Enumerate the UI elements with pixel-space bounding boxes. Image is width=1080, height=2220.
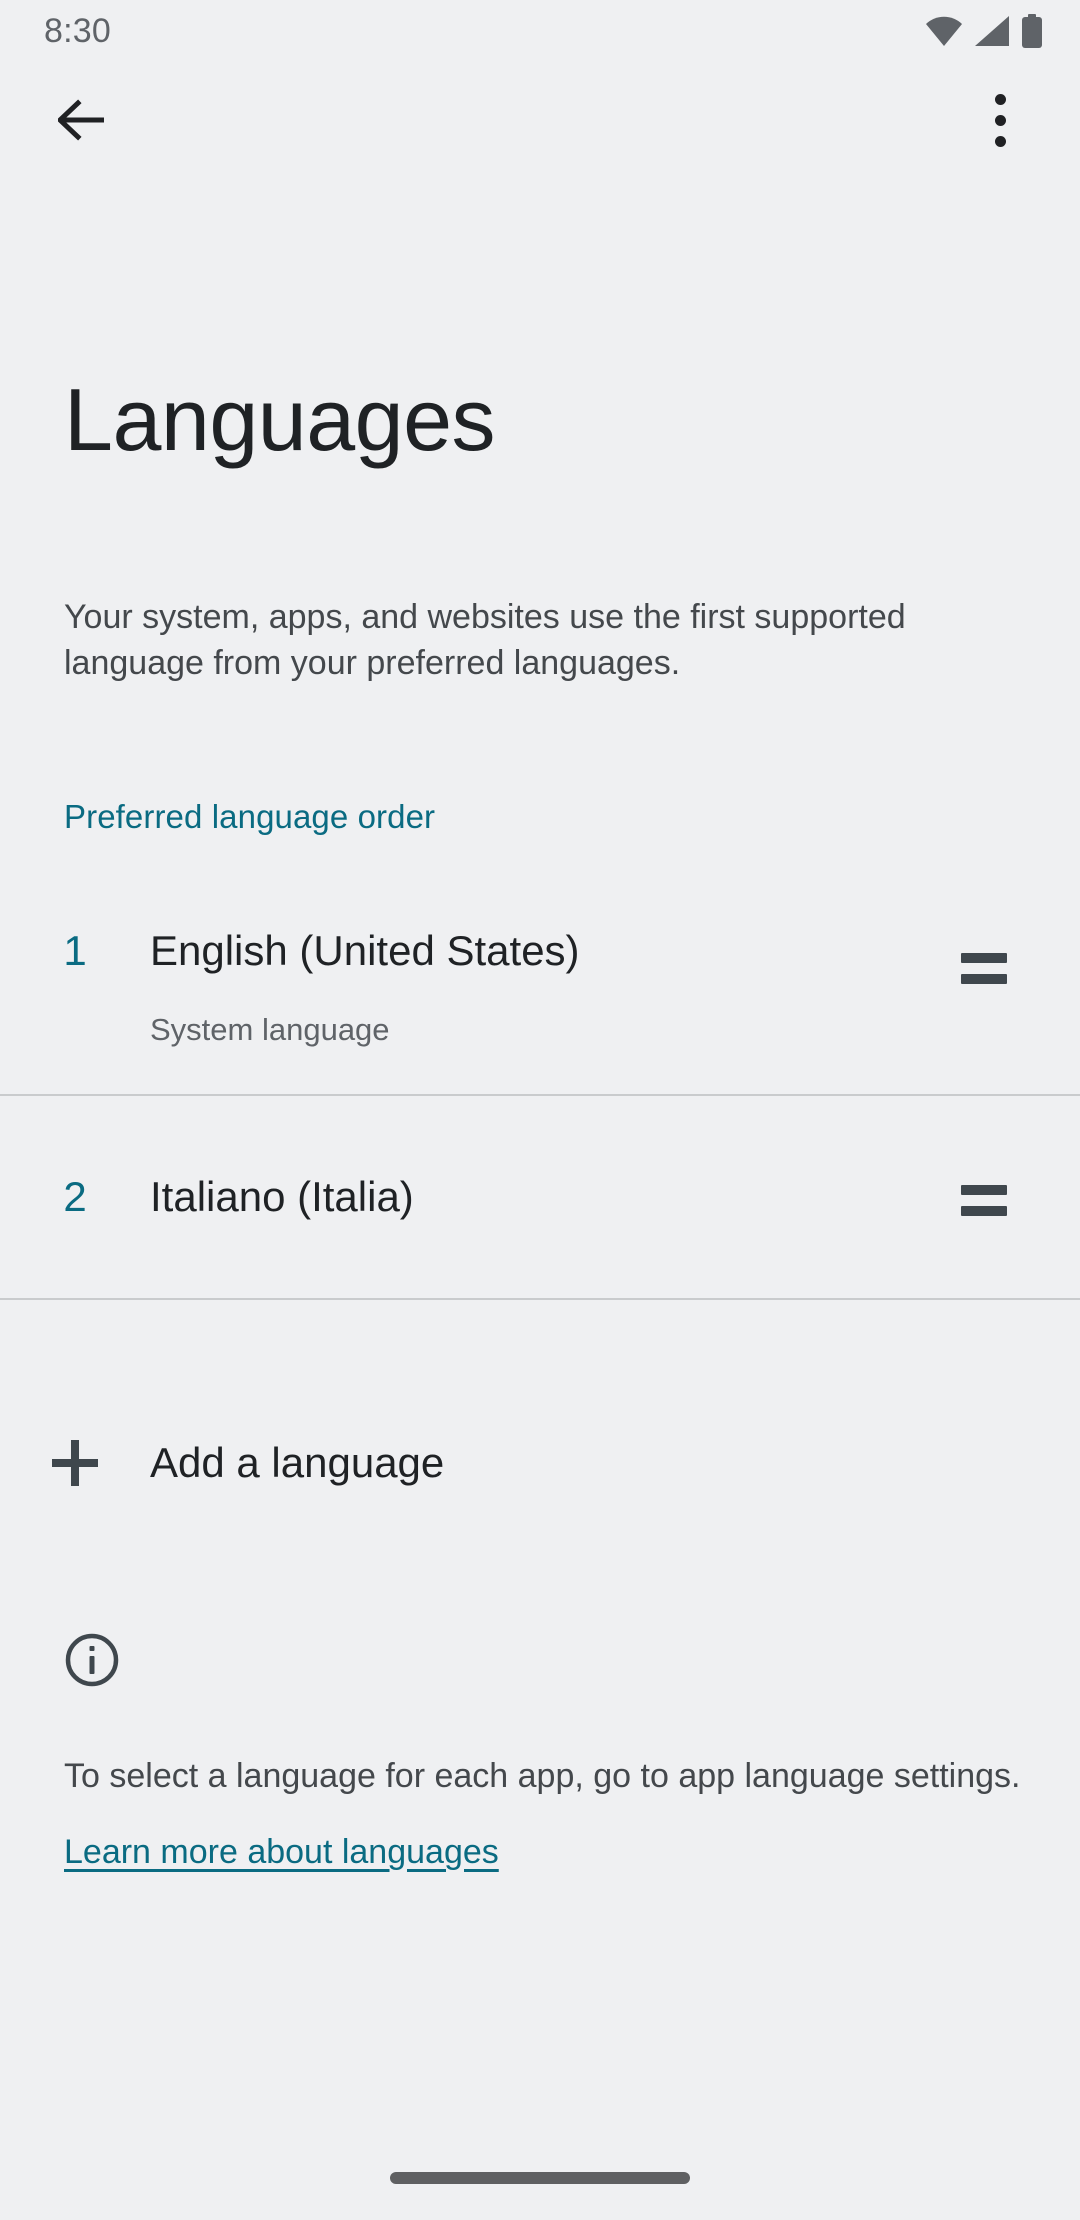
status-bar-clock: 8:30 (44, 11, 111, 50)
back-button[interactable] (36, 74, 128, 166)
language-index: 1 (63, 927, 87, 974)
screen-root: 8:30 Languages Your system, apps, and we… (0, 0, 1080, 2220)
language-row-2[interactable]: 2 Italiano (Italia) (0, 1096, 1080, 1298)
footer-description: To select a language for each app, go to… (64, 1757, 1021, 1795)
page-title: Languages (64, 370, 496, 469)
language-row-1[interactable]: 1 English (United States) System languag… (0, 880, 1080, 1094)
drag-handle-icon[interactable] (946, 1162, 1022, 1238)
add-language-label: Add a language (150, 1439, 445, 1486)
more-options-icon (994, 93, 1006, 147)
language-text-block: Italiano (Italia) (150, 1170, 946, 1224)
status-bar-icons (926, 14, 1042, 48)
language-text-block: English (United States) System language (150, 924, 946, 1050)
preferred-language-list: 1 English (United States) System languag… (0, 880, 1080, 1300)
drag-handle-icon[interactable] (946, 930, 1022, 1006)
cellular-signal-icon (975, 16, 1009, 46)
back-arrow-icon (56, 99, 106, 141)
wifi-icon (926, 16, 962, 46)
info-icon (64, 1633, 120, 1692)
home-gesture-bar[interactable] (390, 2172, 690, 2184)
language-name: Italiano (Italia) (150, 1173, 414, 1220)
page-description: Your system, apps, and websites use the … (64, 598, 906, 682)
battery-icon (1022, 14, 1042, 48)
status-bar: 8:30 (0, 0, 1080, 62)
overflow-menu-button[interactable] (954, 74, 1046, 166)
learn-more-link[interactable]: Learn more about languages (64, 1829, 499, 1875)
language-index: 2 (63, 1173, 87, 1220)
footer-info-block: To select a language for each app, go to… (64, 1632, 1024, 1875)
add-language-row[interactable]: Add a language (0, 1392, 1080, 1534)
language-name: English (United States) (150, 927, 580, 974)
language-subtitle: System language (150, 1012, 390, 1047)
app-bar (0, 62, 1080, 178)
list-divider (0, 1298, 1080, 1300)
plus-icon-wrap (0, 1440, 150, 1486)
section-header-preferred-order: Preferred language order (64, 798, 436, 835)
plus-icon (52, 1440, 98, 1486)
